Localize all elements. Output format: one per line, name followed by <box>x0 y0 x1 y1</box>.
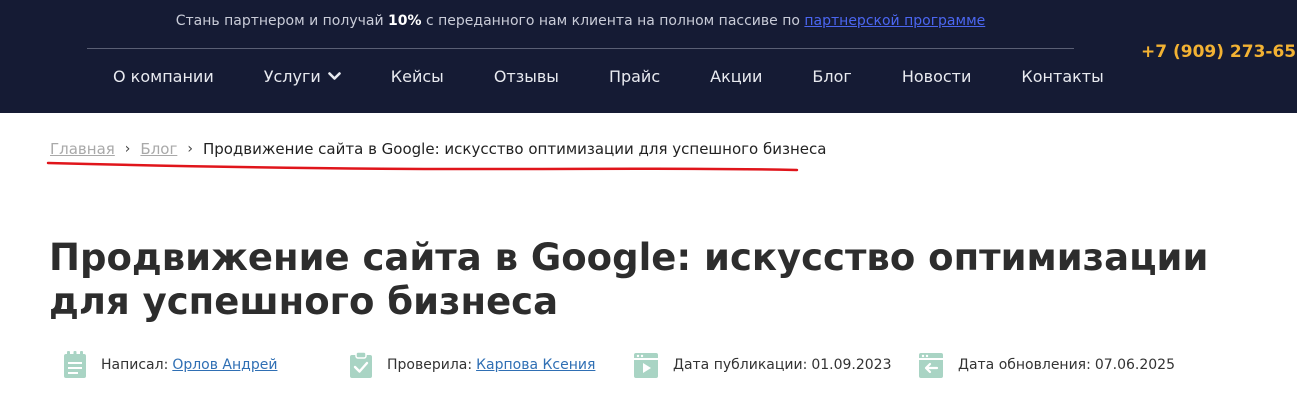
nav-item-cases[interactable]: Кейсы <box>366 67 469 86</box>
breadcrumb-home-link[interactable]: Главная <box>50 140 115 158</box>
breadcrumb: Главная › Блог › Продвижение сайта в Goo… <box>50 140 826 158</box>
promo-text-middle: с переданного нам клиента на полном пасс… <box>425 13 800 29</box>
reviewer-link[interactable]: Карпова Ксения <box>476 357 595 373</box>
calendar-play-icon <box>634 353 658 378</box>
meta-author: Написал: Орлов Андрей <box>63 350 277 380</box>
nav-item-news[interactable]: Новости <box>877 67 997 86</box>
main-nav: О компании Услуги Кейсы Отзывы Прайс Акц… <box>88 64 1129 88</box>
calendar-back-icon <box>919 353 943 378</box>
breadcrumb-separator: › <box>187 141 193 157</box>
nav-item-about[interactable]: О компании <box>88 67 239 86</box>
nav-item-promotions[interactable]: Акции <box>685 67 787 86</box>
site-header: Стань партнером и получай 10% с переданн… <box>0 0 1297 113</box>
header-divider <box>87 48 1074 49</box>
clipboard-check-icon <box>350 351 372 378</box>
promo-percent: 10% <box>388 13 422 29</box>
meta-author-label: Написал: <box>101 357 169 373</box>
breadcrumb-blog-link[interactable]: Блог <box>140 140 177 158</box>
meta-reviewer: Проверила: Карпова Ксения <box>349 350 595 380</box>
nav-item-services[interactable]: Услуги <box>239 67 366 86</box>
partner-promo-banner: Стань партнером и получай 10% с переданн… <box>87 13 1074 29</box>
meta-reviewer-label: Проверила: <box>387 357 473 373</box>
published-date: 01.09.2023 <box>811 357 892 373</box>
document-icon <box>64 351 86 378</box>
nav-item-price[interactable]: Прайс <box>584 67 685 86</box>
highlight-underline <box>46 161 799 172</box>
phone-link[interactable]: +7 (909) 273-65-82 <box>1141 42 1297 62</box>
breadcrumb-separator: › <box>124 141 131 157</box>
meta-published: Дата публикации: 01.09.2023 <box>633 350 891 380</box>
nav-item-reviews[interactable]: Отзывы <box>469 67 584 86</box>
nav-item-contacts[interactable]: Контакты <box>996 67 1128 86</box>
author-link[interactable]: Орлов Андрей <box>172 357 277 373</box>
breadcrumb-current: Продвижение сайта в Google: искусство оп… <box>202 140 827 158</box>
meta-published-label: Дата публикации: <box>673 357 808 373</box>
meta-updated-label: Дата обновления: <box>958 357 1091 373</box>
page-title: Продвижение сайта в Google: искусство оп… <box>49 236 1209 323</box>
chevron-down-icon <box>327 71 341 80</box>
promo-text-prefix: Стань партнером и получай <box>175 13 384 29</box>
meta-updated: Дата обновления: 07.06.2025 <box>918 350 1175 380</box>
updated-date: 07.06.2025 <box>1094 357 1175 373</box>
partner-program-link[interactable]: партнерской программе <box>804 13 985 29</box>
nav-item-blog[interactable]: Блог <box>787 67 876 86</box>
